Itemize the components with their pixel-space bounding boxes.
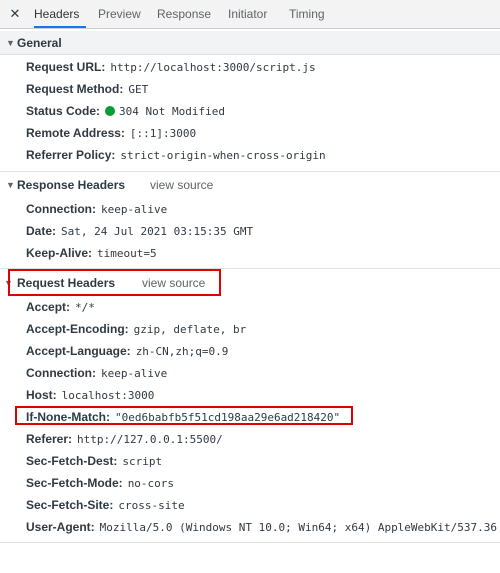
section-title: General (17, 36, 62, 50)
request-header-row: Sec-Fetch-Mode: no-cors (26, 474, 174, 492)
header-key: User-Agent: (26, 520, 95, 534)
header-value: 304 Not Modified (119, 105, 225, 118)
response-header-row: Date: Sat, 24 Jul 2021 03:15:35 GMT (26, 222, 253, 240)
close-icon[interactable]: ✕ (8, 6, 22, 22)
header-key: Keep-Alive: (26, 246, 93, 260)
request-header-row: Accept-Language: zh-CN,zh;q=0.9 (26, 342, 228, 360)
header-value: localhost:3000 (61, 389, 155, 402)
header-value: http://localhost:3000/script.js (110, 61, 316, 74)
header-key: Accept: (26, 300, 71, 314)
request-header-row: Referer: http://127.0.0.1:5500/ (26, 430, 223, 448)
request-header-row-if-none-match: If-None-Match: "0ed6babfb5f51cd198aa29e6a… (26, 408, 340, 426)
header-value: [::1]:3000 (129, 127, 197, 140)
header-key: Connection: (26, 202, 96, 216)
status-dot-icon (105, 106, 116, 116)
divider (0, 542, 500, 543)
header-value: "0ed6babfb5f51cd198aa29e6ad218420" (115, 411, 341, 424)
header-key: Host: (26, 388, 57, 402)
response-headers-section-header[interactable]: ▼ Response Headers view source (0, 173, 500, 197)
header-key: Sec-Fetch-Dest: (26, 454, 118, 468)
header-value: cross-site (118, 499, 185, 512)
header-key: Request URL: (26, 60, 106, 74)
header-value: keep-alive (101, 203, 168, 216)
response-header-row: Connection: keep-alive (26, 200, 167, 218)
header-value: script (122, 455, 163, 468)
request-header-row: Accept-Encoding: gzip, deflate, br (26, 320, 246, 338)
header-key: Accept-Language: (26, 344, 131, 358)
devtools-tab-bar: ✕ Headers Preview Response Initiator Tim… (0, 0, 500, 29)
header-key: Referrer Policy: (26, 148, 116, 162)
header-value: keep-alive (101, 367, 168, 380)
header-key: Sec-Fetch-Site: (26, 498, 114, 512)
header-value: timeout=5 (97, 247, 157, 260)
request-header-row: Connection: keep-alive (26, 364, 167, 382)
header-value: no-cors (127, 477, 175, 490)
header-key: Remote Address: (26, 126, 125, 140)
request-method-row: Request Method: GET (26, 80, 148, 98)
triangle-down-icon: ▼ (6, 180, 15, 190)
header-value: zh-CN,zh;q=0.9 (135, 345, 229, 358)
tab-response[interactable]: Response (157, 0, 211, 28)
header-key: Sec-Fetch-Mode: (26, 476, 123, 490)
remote-address-row: Remote Address: [::1]:3000 (26, 124, 196, 142)
general-section-header[interactable]: ▼ General (0, 31, 500, 55)
tab-initiator[interactable]: Initiator (228, 0, 267, 28)
triangle-down-icon: ▼ (6, 38, 15, 48)
tab-timing[interactable]: Timing (289, 0, 325, 28)
triangle-down-icon: ▼ (4, 278, 13, 288)
request-headers-section-header[interactable]: ▼ Request Headers view source (0, 271, 500, 295)
section-title: Response Headers (17, 178, 126, 192)
header-key: Accept-Encoding: (26, 322, 129, 336)
section-title: Request Headers (17, 276, 116, 290)
request-header-row: Accept: */* (26, 298, 95, 316)
referrer-policy-row: Referrer Policy: strict-origin-when-cross… (26, 146, 326, 164)
header-value: GET (128, 83, 149, 96)
header-key: Date: (26, 224, 57, 238)
header-value: gzip, deflate, br (133, 323, 247, 336)
divider (0, 268, 500, 269)
header-value: Sat, 24 Jul 2021 03:15:35 GMT (61, 225, 254, 238)
header-key: Referer: (26, 432, 73, 446)
response-header-row: Keep-Alive: timeout=5 (26, 244, 157, 262)
tab-headers[interactable]: Headers (34, 0, 86, 28)
status-code-row: Status Code: 304 Not Modified (26, 102, 225, 120)
header-value: http://127.0.0.1:5500/ (77, 433, 223, 446)
header-key: Connection: (26, 366, 96, 380)
header-value: Mozilla/5.0 (Windows NT 10.0; Win64; x64… (99, 521, 498, 534)
request-url-row: Request URL: http://localhost:3000/script… (26, 58, 316, 76)
request-header-row: Sec-Fetch-Dest: script (26, 452, 162, 470)
request-header-row: Sec-Fetch-Site: cross-site (26, 496, 185, 514)
header-value: */* (75, 301, 95, 314)
divider (0, 171, 500, 172)
tab-preview[interactable]: Preview (98, 0, 141, 28)
request-header-row: User-Agent: Mozilla/5.0 (Windows NT 10.0;… (26, 518, 500, 536)
header-value: strict-origin-when-cross-origin (120, 149, 326, 162)
header-key: Request Method: (26, 82, 124, 96)
request-header-row: Host: localhost:3000 (26, 386, 154, 404)
view-source-link[interactable]: view source (142, 271, 205, 295)
view-source-link[interactable]: view source (150, 173, 213, 197)
header-key: Status Code: (26, 104, 101, 118)
header-key: If-None-Match: (26, 410, 110, 424)
